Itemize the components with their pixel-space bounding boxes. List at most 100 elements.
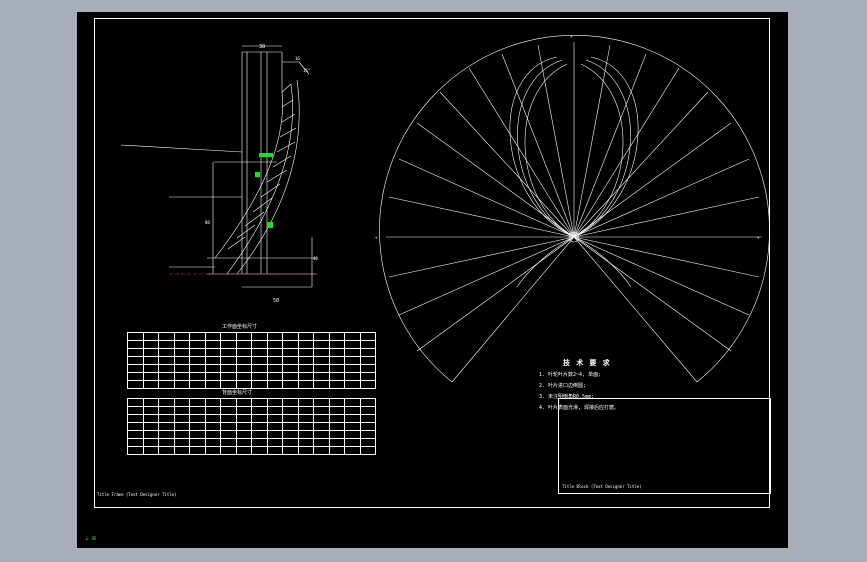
table-working-surface <box>127 332 376 389</box>
table-cell <box>297 438 314 447</box>
table-cell <box>142 438 159 447</box>
table-cell <box>173 446 190 455</box>
table-cell <box>204 372 221 381</box>
table-cell <box>297 414 314 423</box>
meridional-section <box>120 45 317 288</box>
table-cell <box>251 430 268 439</box>
table-cell <box>158 340 175 349</box>
table-cell <box>173 340 190 349</box>
table-row <box>127 372 376 381</box>
table-cell <box>359 348 376 357</box>
note-2: 2. 叶片进口边倒圆; <box>539 383 587 389</box>
table-cell <box>297 406 314 415</box>
table-cell <box>282 430 299 439</box>
table-cell <box>328 422 345 431</box>
table-cell <box>204 438 221 447</box>
table-cell <box>266 406 283 415</box>
table-cell <box>204 380 221 389</box>
table-cell <box>359 380 376 389</box>
table-cell <box>204 340 221 349</box>
table-cell <box>142 430 159 439</box>
table-cell <box>251 380 268 389</box>
table-cell <box>173 356 190 365</box>
table-cell <box>344 414 361 423</box>
table-row <box>127 430 376 439</box>
table-cell <box>158 446 175 455</box>
table-cell <box>220 332 237 341</box>
table-cell <box>204 332 221 341</box>
table-cell <box>220 422 237 431</box>
frame-label: Title Frame (Text Designer Title) <box>97 492 177 497</box>
table-cell <box>282 348 299 357</box>
table-cell <box>313 406 330 415</box>
table-cell <box>251 356 268 365</box>
table-row <box>127 348 376 357</box>
table-cell <box>266 332 283 341</box>
table-cell <box>173 438 190 447</box>
table-cell <box>204 398 221 407</box>
table-cell <box>266 430 283 439</box>
table-cell <box>266 380 283 389</box>
table-cell <box>158 422 175 431</box>
table-cell <box>142 414 159 423</box>
table-cell <box>282 356 299 365</box>
table-cell <box>235 398 252 407</box>
table-cell <box>328 348 345 357</box>
table2-title: 背面坐标尺寸 <box>222 390 253 396</box>
table-cell <box>282 422 299 431</box>
table-cell <box>359 356 376 365</box>
table-cell <box>344 340 361 349</box>
table-cell <box>235 340 252 349</box>
table-cell <box>344 438 361 447</box>
table-cell <box>235 438 252 447</box>
table-cell <box>359 446 376 455</box>
title-block-text: Title Block (Text Designer Title) <box>562 484 642 489</box>
table-cell <box>328 364 345 373</box>
table-cell <box>282 380 299 389</box>
table-cell <box>344 356 361 365</box>
table-cell <box>142 332 159 341</box>
ucs-icon: ⊥ ⊞ <box>85 535 96 542</box>
table-cell <box>158 398 175 407</box>
table-cell <box>158 372 175 381</box>
table-cell <box>313 348 330 357</box>
table-cell <box>282 438 299 447</box>
table-row <box>127 398 376 407</box>
table-cell <box>189 372 206 381</box>
table-cell <box>313 372 330 381</box>
drawing-canvas[interactable]: 38 16 15° 80 50 40 + + + 工作面坐标尺寸 背面坐标尺寸 … <box>77 12 788 548</box>
table-cell <box>235 332 252 341</box>
table-cell <box>127 348 144 357</box>
table-cell <box>328 438 345 447</box>
table-cell <box>127 332 144 341</box>
table-cell <box>282 340 299 349</box>
table-cell <box>204 356 221 365</box>
table-row <box>127 340 376 349</box>
table-cell <box>158 332 175 341</box>
table-cell <box>297 422 314 431</box>
table-cell <box>142 380 159 389</box>
table-cell <box>328 430 345 439</box>
table1-title: 工作面坐标尺寸 <box>222 324 258 330</box>
table-cell <box>204 414 221 423</box>
table-cell <box>189 398 206 407</box>
table-cell <box>235 414 252 423</box>
table-cell <box>251 438 268 447</box>
table-cell <box>142 406 159 415</box>
table-cell <box>313 422 330 431</box>
table-cell <box>266 348 283 357</box>
table-cell <box>328 398 345 407</box>
table-cell <box>251 422 268 431</box>
table-cell <box>220 430 237 439</box>
table-cell <box>328 380 345 389</box>
table-row <box>127 422 376 431</box>
table-row <box>127 364 376 373</box>
table-cell <box>158 348 175 357</box>
svg-text:+: + <box>570 34 573 39</box>
table-cell <box>189 430 206 439</box>
table-cell <box>328 446 345 455</box>
table-row <box>127 332 376 341</box>
table-cell <box>142 398 159 407</box>
table-cell <box>344 398 361 407</box>
table-row <box>127 438 376 447</box>
